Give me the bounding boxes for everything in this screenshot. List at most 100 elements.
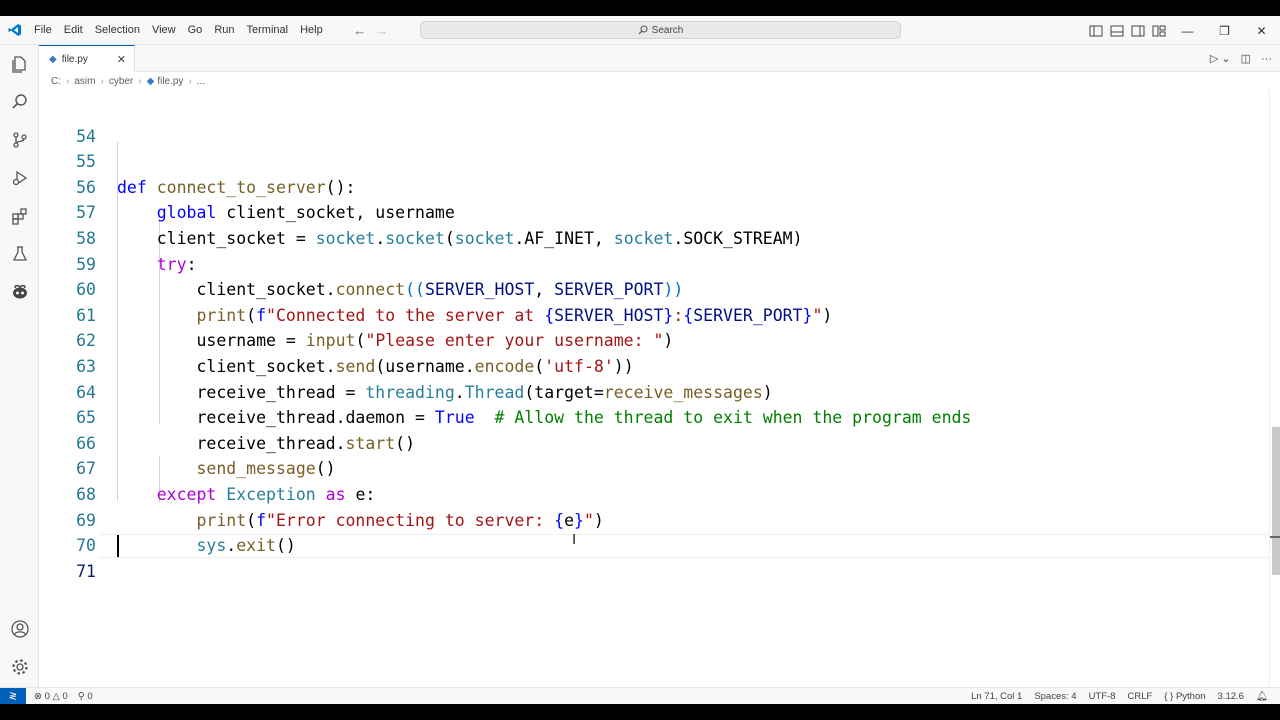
accounts-icon[interactable] [0,610,39,648]
toggle-primary-sidebar-icon[interactable] [1089,25,1103,37]
code-line: 56 global client_socket, username [39,149,1269,223]
status-bar: ≷ ⊗ 0 △ 0 ⚲ 0 Ln 71, Col 1 Spaces: 4 UTF… [0,687,1280,704]
code-line: 70 [39,508,1269,555]
search-label: Search [651,24,684,36]
code-line: 59 client_socket.connect((SERVER_HOST, S… [39,226,1269,300]
remote-indicator-icon[interactable]: ≷ [0,688,26,704]
code-line: 67 except Exception as e: [39,431,1269,504]
ports-icon: ⚲ [77,690,85,702]
title-bar: File Edit Selection View Go Run Terminal… [0,16,1280,45]
restore-icon[interactable]: ❐ [1206,16,1243,45]
code-line: 61 username = input("Please enter your u… [39,277,1269,351]
menu-edit[interactable]: Edit [58,16,89,45]
cursor-position-marker [1270,536,1280,538]
language-mode[interactable]: { } Python [1164,691,1205,702]
vertical-scrollbar[interactable] [1269,90,1280,687]
problems-indicator[interactable]: ⊗ 0 △ 0 [34,691,68,702]
close-window-icon[interactable]: ✕ [1243,16,1280,45]
code-line: 64 receive_thread.daemon = True # Allow … [39,354,1269,428]
code-line: 68 print(f"Error connecting to server: {… [39,456,1269,530]
screen-border-bottom [0,704,1280,720]
tab-file-py[interactable]: ◆ file.py ✕ [39,45,135,72]
breadcrumb: C: › asim › cyber › ◆ file.py › ... [39,72,1280,90]
file-encoding[interactable]: UTF-8 [1089,691,1116,702]
vscode-logo-icon [2,16,28,45]
breadcrumb-drive[interactable]: C: [51,76,61,87]
end-of-line[interactable]: CRLF [1127,691,1152,702]
close-tab-icon[interactable]: ✕ [117,53,126,66]
code-line: 60 print(f"Connected to the server at {S… [39,252,1269,325]
scrollbar-thumb[interactable] [1272,427,1280,575]
python-file-icon: ◆ [49,53,57,65]
command-center-search[interactable]: Search [420,21,901,39]
navigation-arrows: ← → [349,23,393,38]
source-control-icon[interactable] [0,121,39,159]
notifications-bell-icon[interactable]: 🔔︎ [1256,691,1268,702]
ports-indicator[interactable]: ⚲ 0 [78,691,93,702]
code-line: 55 def connect_to_server(): [39,124,1269,197]
code-line: 66 send_message() [39,405,1269,479]
toggle-secondary-sidebar-icon[interactable] [1131,25,1145,37]
python-version[interactable]: 3.12.6 [1218,691,1244,702]
breadcrumb-file[interactable]: file.py [157,76,183,87]
back-arrow-icon[interactable]: ← [349,23,371,38]
chevron-right-icon: › [138,75,142,87]
code-line: 58 try: [39,200,1269,274]
warning-icon: △ [52,690,60,702]
indentation[interactable]: Spaces: 4 [1034,691,1076,702]
warning-count: 0 [62,690,68,702]
explorer-icon[interactable] [0,45,39,83]
breadcrumb-symbols[interactable]: ... [197,76,205,87]
layout-controls [1089,16,1166,45]
menu-selection[interactable]: Selection [89,16,146,45]
breadcrumb-asim[interactable]: asim [74,76,95,87]
ports-count: 0 [87,690,93,702]
search-icon [638,25,648,35]
menu-help[interactable]: Help [294,16,329,45]
forward-arrow-icon[interactable]: → [371,23,393,38]
chevron-right-icon: › [100,75,104,87]
tab-label: file.py [61,53,88,65]
breadcrumb-cyber[interactable]: cyber [109,76,133,87]
run-debug-icon[interactable] [0,159,39,197]
toggle-panel-icon[interactable] [1110,25,1124,37]
code-editor[interactable]: 54 55 def connect_to_server(): 56 global… [39,90,1269,687]
editor-tab-bar: ◆ file.py ✕ ▷ ⌄ ◫ ··· [39,45,1280,72]
extensions-icon[interactable] [0,197,39,235]
code-line: 54 [39,98,1269,146]
error-count: 0 [44,690,50,702]
menu-file[interactable]: File [28,16,58,45]
activity-bar [0,45,39,687]
line-number: 71 [76,561,96,581]
mouse-ibeam-icon: Ⅰ [572,532,577,548]
menu-terminal[interactable]: Terminal [241,16,295,45]
code-line: 69 sys.exit() [39,482,1269,556]
chevron-right-icon: › [66,75,70,87]
customize-layout-icon[interactable] [1152,25,1166,37]
language-label: Python [1175,690,1206,702]
cursor-position[interactable]: Ln 71, Col 1 [971,691,1022,702]
search-sidebar-icon[interactable] [0,83,39,121]
split-editor-icon[interactable]: ◫ [1241,52,1251,65]
error-icon: ⊗ [34,690,42,702]
code-line: 57 client_socket = socket.socket(socket.… [39,175,1269,248]
menu-view[interactable]: View [146,16,182,45]
python-file-icon: ◆ [146,75,155,87]
code-line-current: 71 [39,533,1269,581]
menu-run[interactable]: Run [208,16,240,45]
testing-icon[interactable] [0,235,39,273]
braces-icon: { } [1164,690,1174,702]
menu-go[interactable]: Go [182,16,209,45]
more-actions-icon[interactable]: ··· [1261,53,1272,65]
code-line: 63 receive_thread = threading.Thread(tar… [39,328,1269,402]
text-cursor [117,535,119,557]
editor-actions: ▷ ⌄ ◫ ··· [1210,45,1272,72]
settings-gear-icon[interactable] [0,648,39,686]
chevron-right-icon: › [188,75,192,87]
minimize-icon[interactable]: — [1169,16,1206,45]
window-controls: — ❐ ✕ [1169,16,1280,45]
menu-bar: File Edit Selection View Go Run Terminal… [28,16,329,45]
copilot-icon[interactable] [0,273,39,311]
run-python-file-icon[interactable]: ▷ ⌄ [1210,52,1231,65]
code-line: 62 client_socket.send(username.encode('u… [39,303,1269,376]
